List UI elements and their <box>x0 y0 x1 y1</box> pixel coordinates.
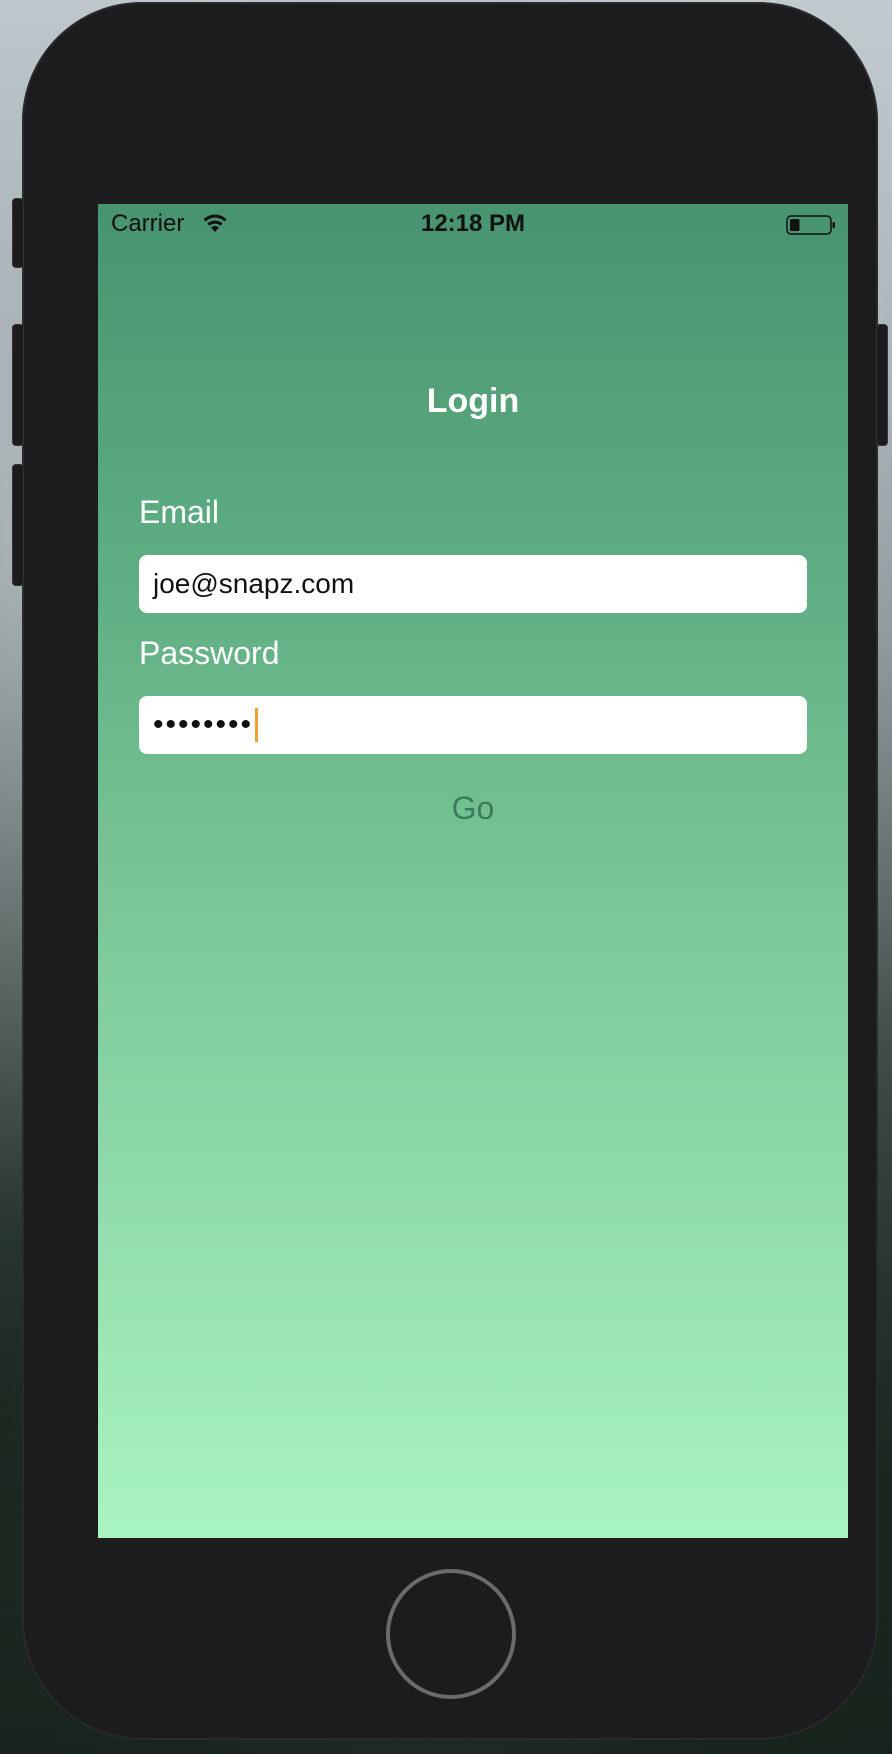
home-button[interactable] <box>386 1569 516 1699</box>
password-label: Password <box>139 635 280 671</box>
device-frame: Carrier 12:18 PM Login Email joe@snapz.c… <box>12 2 888 1740</box>
page-title: Login <box>426 382 520 420</box>
password-value: •••••••• <box>153 708 254 741</box>
power-button <box>876 324 888 446</box>
email-value: joe@snapz.com <box>153 568 355 599</box>
volume-up-button <box>12 324 24 446</box>
app-screen: Carrier 12:18 PM Login Email joe@snapz.c… <box>98 204 848 1538</box>
text-caret <box>255 708 259 742</box>
mute-switch <box>12 198 24 268</box>
go-button[interactable]: Go <box>98 790 848 827</box>
password-field[interactable]: •••••••• <box>139 696 807 754</box>
battery-icon <box>786 215 835 235</box>
email-label: Email <box>139 494 220 530</box>
status-time: 12:18 PM <box>420 210 526 237</box>
volume-down-button <box>12 464 24 586</box>
status-bar: Carrier 12:18 PM <box>98 204 848 244</box>
email-field[interactable]: joe@snapz.com <box>139 555 807 613</box>
